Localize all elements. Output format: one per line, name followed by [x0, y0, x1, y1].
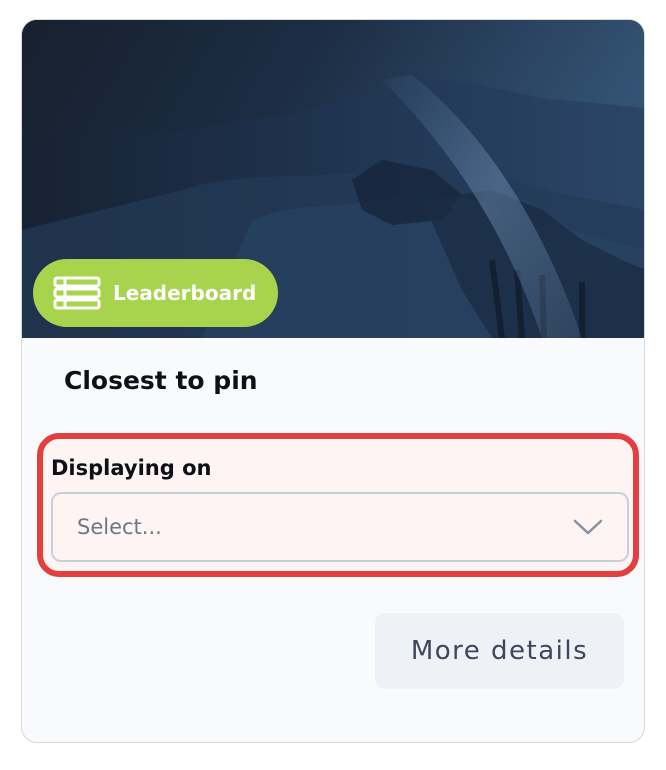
card-title: Closest to pin [64, 366, 258, 395]
badge-label: Leaderboard [113, 281, 257, 305]
leaderboard-list-icon [53, 276, 101, 310]
hero-image: Leaderboard [22, 20, 644, 338]
leaderboard-badge: Leaderboard [33, 259, 279, 327]
event-card: Leaderboard Closest to pin Displaying on… [21, 19, 645, 743]
display-select[interactable]: Select... [51, 492, 629, 562]
more-details-button[interactable]: More details [375, 613, 624, 689]
chevron-down-icon [573, 518, 603, 536]
select-placeholder: Select... [77, 515, 162, 539]
display-field-label: Displaying on [51, 456, 212, 480]
display-field-highlight: Displaying on Select... [37, 433, 639, 577]
